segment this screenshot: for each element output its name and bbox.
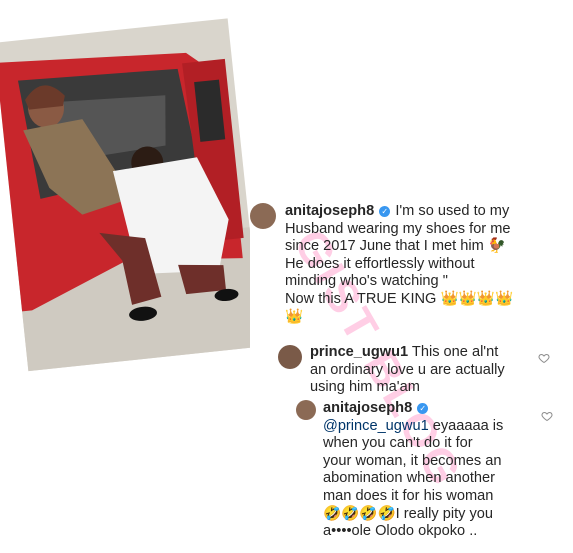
avatar[interactable]: [278, 345, 302, 369]
heart-icon[interactable]: [541, 410, 553, 422]
caption-username[interactable]: anitajoseph8: [285, 203, 374, 219]
reply-line: a••••ole Olodo okpoko ..: [323, 523, 478, 540]
reply-line: when you can't do it for: [323, 435, 473, 452]
caption-line: Husband wearing my shoes for me: [285, 220, 511, 237]
caption-line: He does it effortlessly without: [285, 255, 475, 272]
reply-line: eyaaaaa is: [432, 417, 504, 434]
post-caption: anitajoseph8 ✓ I'm so used to my Husband…: [285, 203, 570, 326]
caption-line: 👑: [285, 308, 304, 325]
heart-icon[interactable]: [538, 352, 550, 364]
reply-comment: anitajoseph8 ✓ @prince_ugwu1 eyaaaaa is …: [323, 400, 538, 541]
comment-line: using him ma'am: [310, 379, 420, 396]
mention-link[interactable]: @prince_ugwu1: [323, 418, 429, 434]
avatar[interactable]: [250, 203, 276, 229]
caption-line: I'm so used to my: [395, 203, 510, 219]
reply-username[interactable]: anitajoseph8: [323, 400, 412, 416]
comment-line: an ordinary love u are actually: [310, 361, 505, 378]
verified-badge-icon: ✓: [379, 206, 391, 217]
caption-line: Now this A TRUE KING 👑👑👑👑: [285, 290, 514, 307]
reply-line: 🤣🤣🤣🤣I really pity you: [323, 505, 494, 522]
post-photo: [0, 0, 250, 380]
caption-line: minding who's watching ": [285, 273, 448, 290]
reply-line: abomination when another: [323, 470, 496, 487]
car-scene-illustration: [0, 0, 250, 380]
comment: prince_ugwu1 This one al'nt an ordinary …: [310, 344, 535, 397]
caption-line: since 2017 June that I met him 🐓: [285, 238, 506, 255]
verified-badge-icon: ✓: [417, 403, 429, 414]
comment-username[interactable]: prince_ugwu1: [310, 344, 408, 360]
reply-line: man does it for his woman: [323, 487, 494, 504]
reply-line: your woman, it becomes an: [323, 452, 502, 469]
avatar[interactable]: [296, 400, 316, 420]
comment-line: This one al'nt: [411, 344, 499, 360]
